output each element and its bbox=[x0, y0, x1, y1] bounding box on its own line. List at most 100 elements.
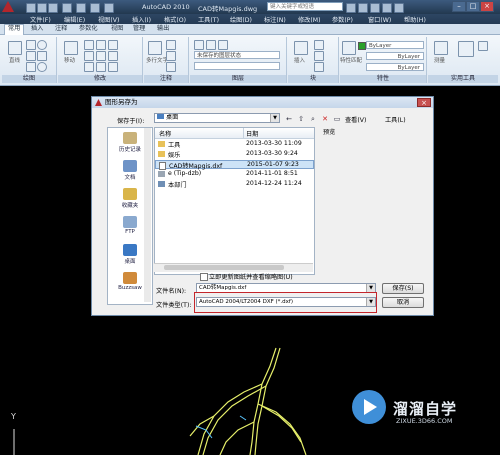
tab-parametric[interactable]: 参数化 bbox=[76, 25, 101, 33]
array-icon[interactable] bbox=[108, 62, 118, 72]
new-folder-icon[interactable]: ▭ bbox=[331, 113, 343, 125]
save-button[interactable]: 保存(S) bbox=[382, 283, 424, 294]
tab-manage[interactable]: 管理 bbox=[130, 25, 148, 33]
file-row[interactable]: 工具 2013-03-30 11:09 bbox=[155, 140, 314, 149]
save-icon[interactable] bbox=[48, 3, 58, 13]
update-thumbnail-checkbox[interactable] bbox=[200, 273, 208, 281]
id-point-icon[interactable] bbox=[478, 41, 488, 51]
color-dropdown[interactable]: ByLayer bbox=[366, 41, 424, 49]
scroll-thumb[interactable] bbox=[164, 265, 284, 270]
multileader-icon[interactable] bbox=[166, 51, 176, 61]
rectangle-icon[interactable] bbox=[37, 51, 47, 61]
current-layer-dropdown[interactable] bbox=[194, 62, 280, 70]
tab-output[interactable]: 输出 bbox=[154, 25, 172, 33]
view-menu[interactable]: 查看(V) bbox=[345, 115, 366, 124]
column-name-header[interactable]: 名称 bbox=[159, 129, 171, 138]
tab-annotate[interactable]: 注释 bbox=[52, 25, 70, 33]
workspace-dropdown-icon[interactable] bbox=[104, 3, 114, 13]
file-row[interactable]: 娱乐 2013-03-30 9:24 bbox=[155, 150, 314, 159]
layer-on-icon[interactable] bbox=[206, 40, 216, 50]
place-documents[interactable]: 文档 bbox=[112, 160, 148, 181]
fillet-icon[interactable] bbox=[108, 51, 118, 61]
place-favorites[interactable]: 收藏夹 bbox=[112, 188, 148, 209]
ellipse-icon[interactable] bbox=[37, 62, 47, 72]
arc-icon[interactable] bbox=[26, 51, 36, 61]
places-scrollbar[interactable] bbox=[144, 128, 151, 302]
save-in-dropdown[interactable]: 桌面 ▼ bbox=[154, 113, 280, 123]
file-list-scrollbar[interactable] bbox=[154, 263, 313, 272]
layer-properties-icon[interactable] bbox=[194, 40, 204, 50]
menu-help[interactable]: 帮助(H) bbox=[404, 15, 426, 24]
quick-calc-icon[interactable] bbox=[458, 41, 474, 57]
autocad-logo-icon[interactable] bbox=[2, 1, 14, 12]
circle-icon[interactable] bbox=[37, 40, 47, 50]
file-row-selected[interactable]: CAD转Mapgis.dxf 2015-01-07 9:23 bbox=[155, 160, 314, 170]
copy-icon[interactable] bbox=[84, 51, 94, 61]
place-history[interactable]: 历史记录 bbox=[112, 132, 148, 153]
create-block-icon[interactable] bbox=[314, 40, 324, 50]
tab-view[interactable]: 视图 bbox=[108, 25, 126, 33]
redo-icon[interactable] bbox=[76, 3, 86, 13]
menu-view[interactable]: 视图(V) bbox=[98, 15, 119, 24]
back-icon[interactable]: ← bbox=[283, 113, 295, 125]
search-input[interactable]: 键入关键字或短语 bbox=[267, 2, 343, 11]
lineweight-dropdown[interactable]: ByLayer bbox=[366, 63, 424, 71]
layer-freeze-icon[interactable] bbox=[218, 40, 228, 50]
menu-draw[interactable]: 绘图(D) bbox=[230, 15, 252, 24]
stretch-icon[interactable] bbox=[84, 62, 94, 72]
move-icon[interactable] bbox=[64, 41, 78, 55]
file-list[interactable]: 名称 日期 工具 2013-03-30 11:09 娱乐 2013-03-30 … bbox=[154, 127, 315, 275]
edit-block-icon[interactable] bbox=[314, 51, 324, 61]
mirror-icon[interactable] bbox=[96, 51, 106, 61]
minimize-button[interactable]: – bbox=[452, 1, 466, 12]
plot-icon[interactable] bbox=[90, 3, 100, 13]
cancel-button[interactable]: 取消 bbox=[382, 297, 424, 308]
place-desktop[interactable]: 桌面 bbox=[112, 244, 148, 265]
help-icon[interactable] bbox=[394, 3, 404, 13]
menu-modify[interactable]: 修改(M) bbox=[298, 15, 321, 24]
trim-icon[interactable] bbox=[96, 40, 106, 50]
erase-icon[interactable] bbox=[108, 40, 118, 50]
file-row[interactable]: 本部门 2014-12-24 11:24 bbox=[155, 180, 314, 189]
linetype-dropdown[interactable]: ByLayer bbox=[366, 52, 424, 60]
delete-icon[interactable]: ✕ bbox=[319, 113, 331, 125]
tab-insert[interactable]: 插入 bbox=[28, 25, 46, 33]
up-folder-icon[interactable]: ⇧ bbox=[295, 113, 307, 125]
search-icon[interactable] bbox=[346, 3, 356, 13]
edit-attributes-icon[interactable] bbox=[314, 62, 324, 72]
line-tool-icon[interactable] bbox=[8, 41, 22, 55]
rotate-icon[interactable] bbox=[84, 40, 94, 50]
close-button[interactable]: × bbox=[480, 1, 494, 12]
maximize-button[interactable]: □ bbox=[466, 1, 480, 12]
scale-icon[interactable] bbox=[96, 62, 106, 72]
subscription-center-icon[interactable] bbox=[358, 3, 368, 13]
menu-format[interactable]: 格式(O) bbox=[164, 15, 186, 24]
menu-file[interactable]: 文件(F) bbox=[30, 15, 51, 24]
tools-menu[interactable]: 工具(L) bbox=[385, 115, 406, 124]
menu-insert[interactable]: 插入(I) bbox=[132, 15, 151, 24]
new-file-icon[interactable] bbox=[26, 3, 36, 13]
menu-edit[interactable]: 编辑(E) bbox=[64, 15, 85, 24]
polyline-icon[interactable] bbox=[26, 40, 36, 50]
dialog-close-button[interactable]: × bbox=[417, 98, 431, 107]
measure-icon[interactable] bbox=[434, 41, 448, 55]
insert-block-icon[interactable] bbox=[294, 41, 308, 55]
table-icon[interactable] bbox=[166, 62, 176, 72]
undo-icon[interactable] bbox=[62, 3, 72, 13]
place-ftp[interactable]: FTP bbox=[112, 216, 148, 235]
menu-parametric[interactable]: 参数(P) bbox=[332, 15, 353, 24]
tab-home[interactable]: 常用 bbox=[4, 24, 25, 35]
menu-dimension[interactable]: 标注(N) bbox=[264, 15, 286, 24]
linear-dimension-icon[interactable] bbox=[166, 40, 176, 50]
open-file-icon[interactable] bbox=[37, 3, 47, 13]
column-date-header[interactable]: 日期 bbox=[246, 129, 258, 138]
multiline-text-icon[interactable] bbox=[148, 41, 162, 55]
file-row[interactable]: e (Tip-dzb) 2014-11-01 8:51 bbox=[155, 170, 314, 179]
place-buzzsaw[interactable]: Buzzsaw bbox=[112, 272, 148, 291]
match-properties-icon[interactable] bbox=[342, 41, 356, 55]
favorites-icon[interactable] bbox=[382, 3, 392, 13]
column-divider[interactable] bbox=[243, 128, 244, 138]
hatch-icon[interactable] bbox=[26, 62, 36, 72]
communication-center-icon[interactable] bbox=[370, 3, 380, 13]
menu-window[interactable]: 窗口(W) bbox=[368, 15, 391, 24]
